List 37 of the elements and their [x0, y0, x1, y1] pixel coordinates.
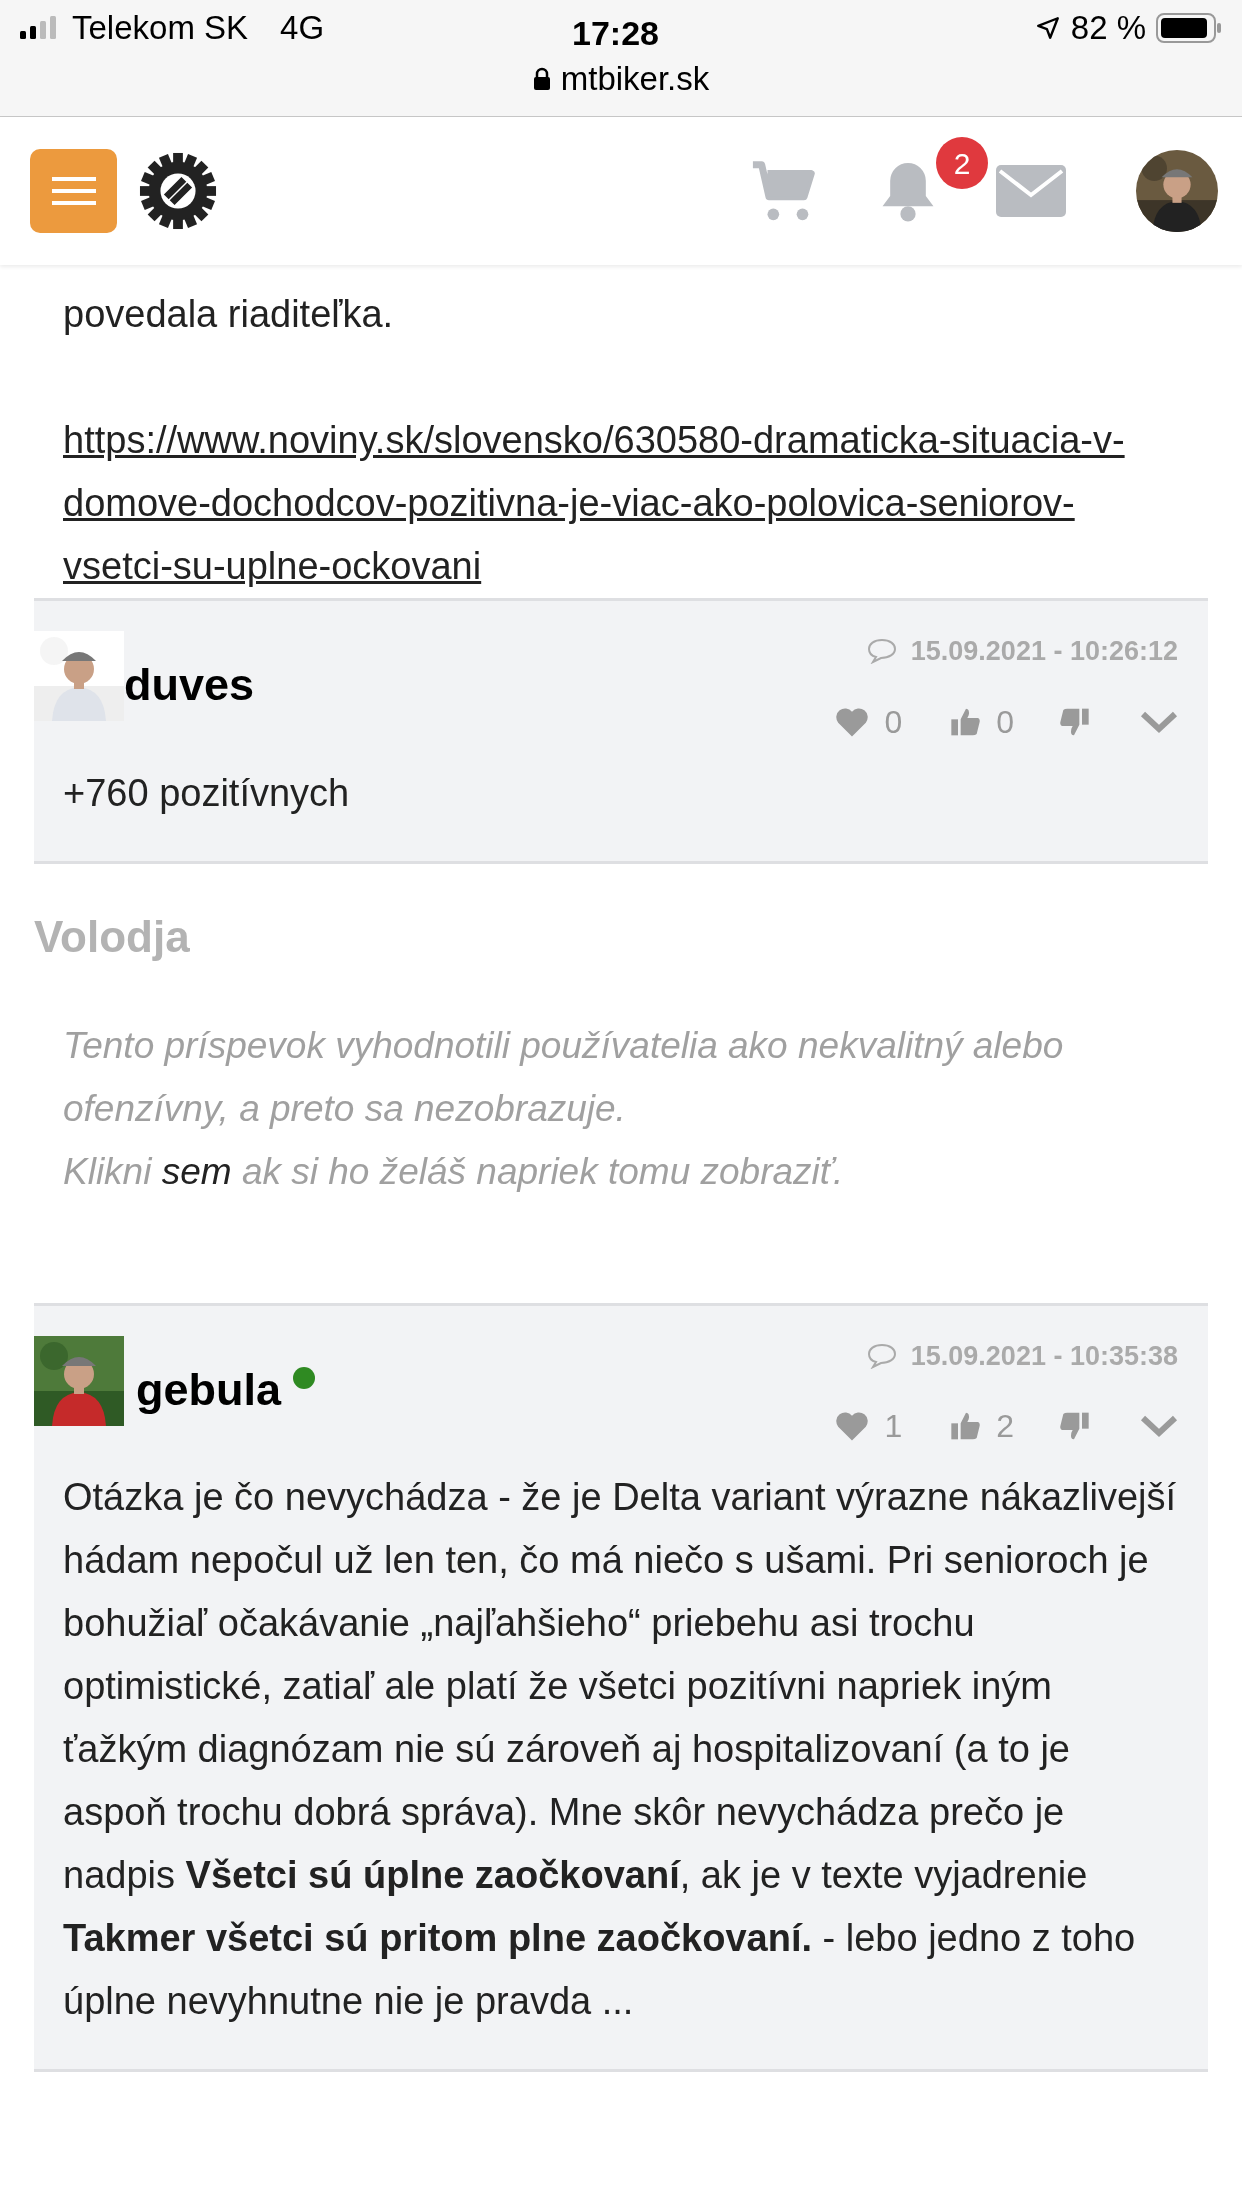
- lock-icon: [532, 66, 551, 91]
- author-name[interactable]: gebula: [136, 1355, 282, 1423]
- chevron-down-icon[interactable]: [1140, 1414, 1178, 1438]
- click-prompt-text: ak si ho želáš napriek tomu zobraziť.: [241, 1150, 844, 1192]
- comment-icon: [866, 638, 897, 665]
- url-text[interactable]: mtbiker.sk: [560, 54, 710, 104]
- battery-icon: [1156, 13, 1222, 43]
- thumbs-up-count: 0: [996, 702, 1014, 742]
- notification-badge: 2: [936, 137, 988, 189]
- thumbs-down-icon[interactable]: [1058, 1410, 1090, 1442]
- like-count: 0: [884, 702, 903, 742]
- click-prompt-text: Klikni: [63, 1150, 152, 1192]
- post-timestamp: 15.09.2021 - 10:26:12: [910, 635, 1178, 668]
- menu-button[interactable]: [30, 149, 117, 233]
- comment-icon: [866, 1342, 897, 1369]
- carrier-name: Telekom SK: [72, 8, 249, 49]
- menu-icon: [51, 175, 96, 207]
- signal-icon: [20, 16, 58, 40]
- battery-percentage: 82 %: [1070, 8, 1146, 49]
- article-link[interactable]: https://www.noviny.sk/slovensko/630580-dramaticka-situacia-v-domove-dochodcov-pozitivna-je-viac-ako-polovica-seniorov-vsetci-su-uplne-ockovani: [63, 409, 1159, 598]
- like-count: 1: [884, 1407, 903, 1446]
- post-text: Otázka je čo nevychádza - že je Delta variant výrazne nákazlivejší hádam nepočul už len ten, čo má niečo s ušami. Pri senioroch je bohužiaľ očakávanie „najľahšieho“ priebehu asi trochu optimistické, zatiaľ ale platí že všetci pozitívni napriek iným ťažkým diagnózam nie sú zároveň aj hospitalizovaní (a to je aspoň trochu dobrá správa). Mne skôr nevychádza prečo je nadpis Všetci sú úplne zaočkovaní, ak je v texte vyjadrenie Takmer všetci sú pritom plne zaočkovaní. - lebo jedno z toho úplne nevyhnutne nie je pravda ...: [62, 1475, 1178, 2024]
- post-timestamp: 15.09.2021 - 10:35:38: [910, 1339, 1178, 1373]
- thumbs-up-icon[interactable]: [950, 1410, 983, 1442]
- post-text: +760 pozitívnych: [62, 770, 351, 816]
- heart-icon[interactable]: [834, 1410, 871, 1442]
- hidden-post-notice: Tento príspevok vyhodnotili používatelia ako nekvalitný alebo ofenzívny, a preto sa nezobrazuje.: [63, 1023, 1065, 1131]
- gear-logo-icon[interactable]: [139, 152, 217, 230]
- article-paragraph: povedala riaditeľka.: [63, 292, 395, 337]
- clock: 17:28: [572, 13, 659, 54]
- show-post-link[interactable]: sem: [161, 1150, 232, 1192]
- chevron-down-icon[interactable]: [1140, 709, 1178, 734]
- network-type: 4G: [280, 8, 325, 49]
- author-name[interactable]: duves: [124, 651, 255, 719]
- heart-icon[interactable]: [834, 705, 871, 738]
- thumbs-up-count: 2: [996, 1407, 1014, 1446]
- location-icon: [1034, 15, 1061, 41]
